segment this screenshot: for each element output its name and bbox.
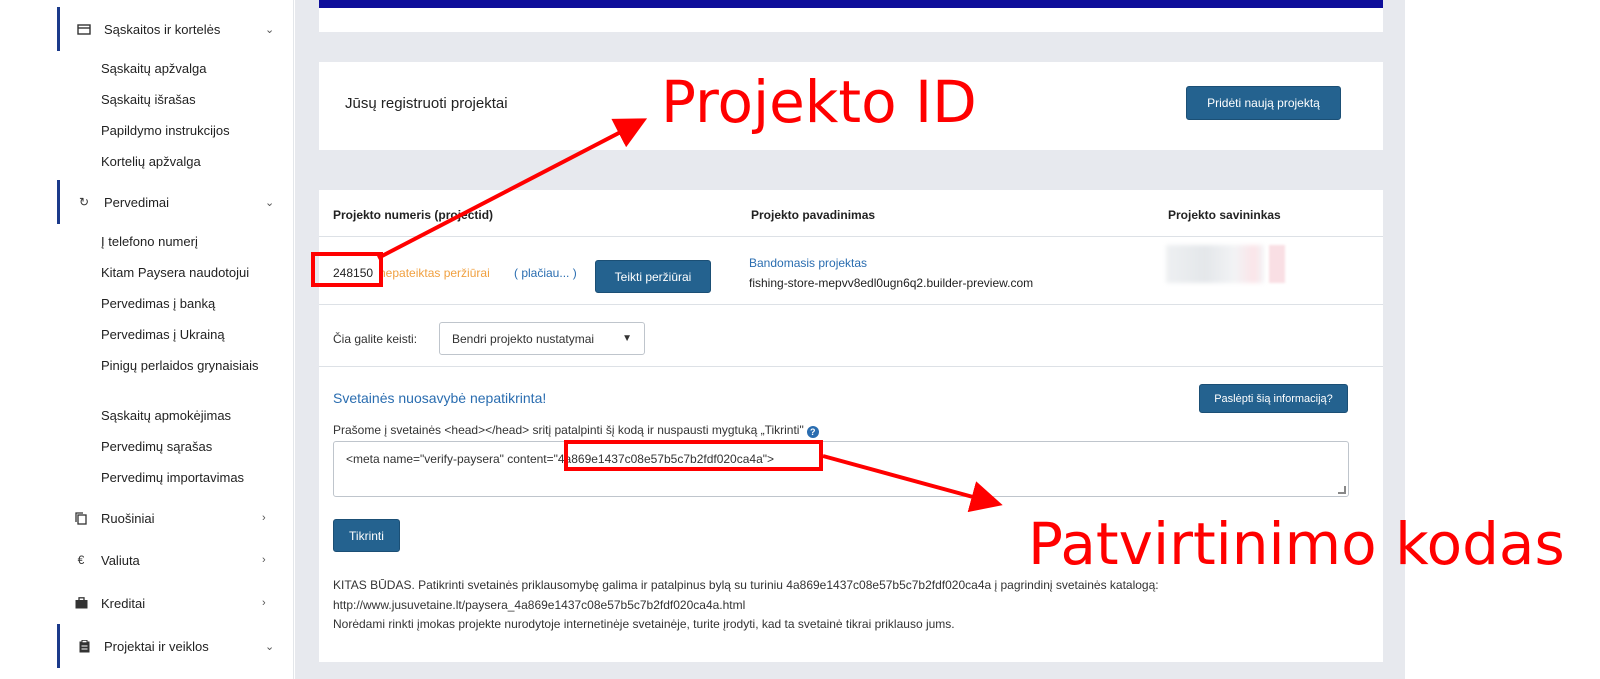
briefcase-icon bbox=[74, 596, 88, 610]
caret-down-icon: ▼ bbox=[622, 333, 632, 344]
table-divider bbox=[319, 304, 1383, 305]
hide-info-button[interactable]: Paslėpti šią informaciją? bbox=[1199, 384, 1348, 413]
sidebar-item-paysera-user[interactable]: Kitam Paysera naudotojui bbox=[101, 263, 281, 282]
verify-button[interactable]: Tikrinti bbox=[333, 519, 400, 552]
verification-instruction-text: Prašome į svetainės <head></head> sritį … bbox=[333, 423, 804, 437]
chevron-down-icon: ⌄ bbox=[265, 640, 275, 653]
sidebar-section-accounts[interactable]: Sąskaitos ir kortelės ⌄ bbox=[57, 7, 294, 51]
sidebar-section-label: Sąskaitos ir kortelės bbox=[104, 21, 221, 37]
project-domain: fishing-store-mepvv8edl0ugn6q2.builder-p… bbox=[749, 276, 1034, 290]
annotation-label-verification-code: Patvirtinimo kodas bbox=[1028, 510, 1565, 578]
settings-change-label: Čia galite keisti: bbox=[333, 332, 418, 346]
sidebar-item-bills[interactable]: Sąskaitų apmokėjimas bbox=[101, 406, 281, 425]
refresh-icon: ↻ bbox=[78, 195, 90, 209]
add-project-button[interactable]: Pridėti naują projektą bbox=[1186, 86, 1341, 120]
column-header-project-name: Projekto pavadinimas bbox=[751, 208, 876, 222]
table-divider bbox=[319, 366, 1383, 367]
sidebar-item-bank[interactable]: Pervedimas į banką bbox=[101, 294, 281, 313]
sidebar-item-transfer-list[interactable]: Pervedimų sąrašas bbox=[101, 437, 281, 456]
annotation-label-project-id: Projekto ID bbox=[661, 68, 977, 136]
chevron-down-icon: ⌄ bbox=[265, 196, 275, 209]
project-owner-redacted bbox=[1269, 245, 1285, 283]
chevron-right-icon: › bbox=[262, 512, 266, 524]
annotation-box-project-id bbox=[311, 252, 383, 287]
euro-icon: € bbox=[77, 553, 85, 567]
top-accent-bar bbox=[319, 0, 1383, 8]
sidebar-section-label: Projektai ir veiklos bbox=[104, 638, 209, 654]
sidebar-section-templates[interactable]: Ruošiniai › bbox=[57, 496, 294, 540]
top-card bbox=[319, 8, 1383, 32]
annotation-box-verification-code bbox=[564, 440, 823, 471]
sidebar: Sąskaitos ir kortelės ⌄ Sąskaitų apžvalg… bbox=[57, 0, 294, 679]
sidebar-section-label: Valiuta bbox=[101, 552, 140, 568]
sidebar-section-currency[interactable]: € Valiuta › bbox=[57, 538, 294, 582]
screenshot: Sąskaitos ir kortelės ⌄ Sąskaitų apžvalg… bbox=[0, 0, 1600, 679]
column-header-project-id: Projekto numeris (projectid) bbox=[333, 208, 494, 222]
verification-warning-title: Svetainės nuosavybė nepatikrinta! bbox=[333, 390, 547, 406]
copy-icon bbox=[74, 511, 88, 525]
chevron-down-icon: ⌄ bbox=[265, 23, 275, 36]
page-title: Jūsų registruoti projektai bbox=[345, 95, 508, 112]
sidebar-item-cards[interactable]: Kortelių apžvalga bbox=[101, 152, 281, 171]
verification-instruction: Prašome į svetainės <head></head> sritį … bbox=[333, 423, 819, 438]
sidebar-section-transfers[interactable]: ↻ Pervedimai ⌄ bbox=[57, 180, 294, 224]
sidebar-item-accounts-overview[interactable]: Sąskaitų apžvalga bbox=[101, 59, 281, 78]
sidebar-item-import[interactable]: Pervedimų importavimas bbox=[101, 468, 281, 487]
project-settings-select[interactable]: Bendri projekto nustatymai ▼ bbox=[439, 322, 645, 355]
sidebar-section-label: Pervedimai bbox=[104, 194, 170, 210]
help-icon[interactable]: ? bbox=[806, 426, 819, 438]
alternative-method-url: http://www.jusuvetaine.lt/paysera_4a869e… bbox=[333, 598, 746, 612]
column-header-project-owner: Projekto savininkas bbox=[1168, 208, 1281, 222]
resize-grip-icon[interactable] bbox=[1338, 486, 1346, 494]
submit-review-button[interactable]: Teikti peržiūrai bbox=[595, 260, 711, 293]
sidebar-item-cash[interactable]: Pinigų perlaidos grynaisiais bbox=[101, 356, 281, 375]
alternative-method-text: KITAS BŪDAS. Patikrinti svetainės prikla… bbox=[333, 578, 1159, 592]
project-more-link[interactable]: ( plačiau... ) bbox=[514, 266, 577, 280]
clipboard-icon bbox=[77, 639, 91, 653]
table-divider bbox=[319, 236, 1383, 237]
project-name-link[interactable]: Bandomasis projektas bbox=[749, 256, 867, 270]
project-settings-select-value: Bendri projekto nustatymai bbox=[452, 331, 595, 346]
sidebar-section-credits[interactable]: Kreditai › bbox=[57, 581, 294, 625]
sidebar-item-ukraine[interactable]: Pervedimas į Ukrainą bbox=[101, 325, 281, 344]
sidebar-item-statement[interactable]: Sąskaitų išrašas bbox=[101, 90, 281, 109]
project-status: nepateiktas peržiūrai bbox=[379, 266, 490, 280]
sidebar-section-label: Kreditai bbox=[101, 595, 146, 611]
sidebar-item-topup[interactable]: Papildymo instrukcijos bbox=[101, 121, 281, 140]
chevron-right-icon: › bbox=[262, 597, 266, 609]
ownership-note: Norėdami rinkti įmokas projekte nurodyto… bbox=[333, 617, 955, 631]
wallet-icon bbox=[77, 22, 91, 36]
project-owner-redacted bbox=[1166, 245, 1264, 283]
chevron-right-icon: › bbox=[262, 554, 266, 566]
projects-table-card: Projekto numeris (projectid) Projekto pa… bbox=[319, 190, 1383, 662]
sidebar-item-phone[interactable]: Į telefono numerį bbox=[101, 232, 281, 251]
verification-code-textarea[interactable]: <meta name="verify-paysera" content="4a8… bbox=[333, 441, 1349, 497]
sidebar-section-projects[interactable]: Projektai ir veiklos ⌄ bbox=[57, 624, 294, 668]
sidebar-section-label: Ruošiniai bbox=[101, 510, 155, 526]
